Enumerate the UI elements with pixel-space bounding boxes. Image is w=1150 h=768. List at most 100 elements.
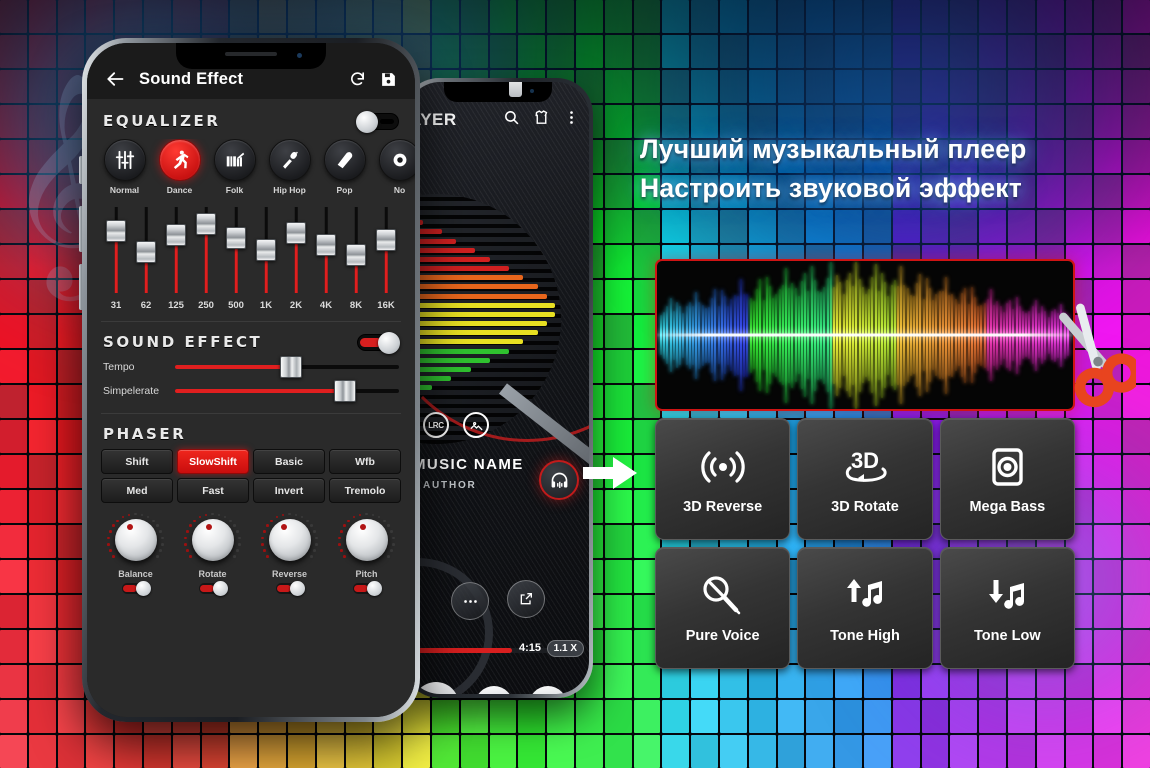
image-icon[interactable] xyxy=(463,412,489,438)
knob-toggle[interactable] xyxy=(198,581,228,596)
headphone-equalizer-icon[interactable] xyxy=(539,460,579,500)
overflow-menu-icon[interactable] xyxy=(563,109,580,126)
knob-body[interactable] xyxy=(345,519,388,561)
knob-body[interactable] xyxy=(191,519,234,561)
phaser-row-1: Shift SlowShift Basic Wfb xyxy=(87,449,415,474)
knob-balance[interactable]: Balance xyxy=(105,512,167,596)
background-grid-cell xyxy=(777,700,805,733)
slider-handle[interactable] xyxy=(334,380,357,402)
equalizer-toggle[interactable] xyxy=(356,110,399,133)
phaser-button-basic[interactable]: Basic xyxy=(253,449,325,474)
phaser-button-fast[interactable]: Fast xyxy=(177,478,249,503)
playback-speed-badge[interactable]: 1.1 X xyxy=(546,640,584,657)
background-grid-cell xyxy=(0,560,27,593)
preset-normal[interactable]: Normal xyxy=(97,139,152,195)
knob-toggle[interactable] xyxy=(352,581,382,596)
theme-shirt-icon[interactable] xyxy=(533,109,550,126)
track-title: MUSIC NAME xyxy=(413,456,524,473)
effect-mega-bass[interactable]: Mega Bass xyxy=(939,418,1075,540)
sound-effect-slider-simpelerate[interactable]: Simpelerate xyxy=(87,379,415,403)
eq-band-16K[interactable]: 16K xyxy=(373,207,399,311)
effect-3d-rotate[interactable]: 3D 3D Rotate xyxy=(797,418,933,540)
knob-dial[interactable] xyxy=(105,512,167,567)
effect-tone-low[interactable]: Tone Low xyxy=(939,547,1075,669)
eq-band-handle[interactable] xyxy=(226,226,246,249)
search-icon[interactable] xyxy=(503,109,520,126)
seek-handle[interactable] xyxy=(508,82,522,97)
phaser-button-invert[interactable]: Invert xyxy=(253,478,325,503)
background-grid-cell xyxy=(633,700,661,733)
back-arrow-icon[interactable] xyxy=(105,69,125,89)
preset-hip-hop[interactable]: Hip Hop xyxy=(262,139,317,195)
phaser-button-med[interactable]: Med xyxy=(101,478,173,503)
background-grid-cell xyxy=(835,665,862,698)
preset-folk[interactable]: Folk xyxy=(207,139,262,195)
background-grid-cell xyxy=(143,735,171,768)
preset-no[interactable]: No xyxy=(372,139,415,195)
knob-scale-dot xyxy=(134,512,137,516)
playlist-icon[interactable] xyxy=(529,686,567,694)
eq-band-500[interactable]: 500 xyxy=(223,207,249,311)
more-dots-icon[interactable] xyxy=(451,582,489,620)
eq-band-2K[interactable]: 2K xyxy=(283,207,309,311)
arrow-down-note-icon xyxy=(989,579,1025,609)
knob-toggle[interactable] xyxy=(121,581,151,596)
knob-scale-dot xyxy=(294,513,298,517)
next-track-icon[interactable] xyxy=(475,686,513,694)
background-grid-cell xyxy=(518,735,546,768)
preset-label: No xyxy=(393,185,406,195)
eq-band-handle[interactable] xyxy=(166,223,186,246)
knob-body[interactable] xyxy=(114,519,157,561)
eq-band-4K[interactable]: 4K xyxy=(313,207,339,311)
knob-dial[interactable] xyxy=(182,512,244,567)
phaser-title: PHASER xyxy=(103,425,187,443)
phaser-button-tremolo[interactable]: Tremolo xyxy=(329,478,401,503)
eq-band-handle[interactable] xyxy=(286,221,306,244)
background-grid-cell xyxy=(28,385,56,418)
eq-band-125[interactable]: 125 xyxy=(163,207,189,311)
eq-band-1K[interactable]: 1K xyxy=(253,207,279,311)
phaser-button-slowshift[interactable]: SlowShift xyxy=(177,449,249,474)
refresh-icon[interactable] xyxy=(349,71,366,88)
lrc-icon[interactable]: LRC xyxy=(423,412,449,438)
sound-effect-toggle[interactable] xyxy=(357,331,400,354)
eq-band-62[interactable]: 62 xyxy=(133,207,159,311)
knob-body[interactable] xyxy=(268,519,311,561)
knob-scale-dot xyxy=(109,549,112,553)
knob-scale-dot xyxy=(387,524,391,528)
eq-band-handle[interactable] xyxy=(256,239,276,261)
knob-rotate[interactable]: Rotate xyxy=(182,512,244,596)
background-grid-cell xyxy=(28,700,56,733)
eq-band-track xyxy=(103,207,129,293)
eq-band-handle[interactable] xyxy=(196,213,216,236)
knob-pitch[interactable]: Pitch xyxy=(336,512,398,596)
eq-band-handle[interactable] xyxy=(106,220,126,243)
knob-scale-dot xyxy=(198,515,202,519)
effect-tone-high[interactable]: Tone High xyxy=(797,547,933,669)
preset-pop[interactable]: Pop xyxy=(317,139,372,195)
eq-band-8K[interactable]: 8K xyxy=(343,207,369,311)
knob-scale-dot xyxy=(270,519,273,523)
knob-toggle[interactable] xyxy=(275,581,305,596)
save-icon[interactable] xyxy=(380,71,397,88)
eq-band-31[interactable]: 31 xyxy=(103,207,129,311)
knob-dial[interactable] xyxy=(259,512,321,567)
knob-reverse[interactable]: Reverse xyxy=(259,512,321,596)
background-grid-cell xyxy=(1036,665,1064,698)
effect-pure-voice[interactable]: Pure Voice xyxy=(655,547,791,669)
eq-band-handle[interactable] xyxy=(136,240,156,263)
slider-handle[interactable] xyxy=(280,356,303,378)
background-grid-cell xyxy=(1123,490,1150,523)
eq-band-250[interactable]: 250 xyxy=(193,207,219,311)
eq-band-handle[interactable] xyxy=(316,233,336,256)
effect-3d-reverse[interactable]: 3D Reverse xyxy=(655,418,791,540)
knob-dial[interactable] xyxy=(336,512,398,567)
phaser-button-shift[interactable]: Shift xyxy=(101,449,173,474)
phaser-button-wfb[interactable]: Wfb xyxy=(329,449,401,474)
sound-effect-slider-tempo[interactable]: Tempo xyxy=(87,355,415,379)
preset-dance[interactable]: Dance xyxy=(152,139,207,195)
knob-scale-dot xyxy=(107,543,110,546)
eq-band-handle[interactable] xyxy=(346,244,366,267)
eq-band-handle[interactable] xyxy=(376,228,396,251)
share-icon[interactable] xyxy=(507,580,545,618)
